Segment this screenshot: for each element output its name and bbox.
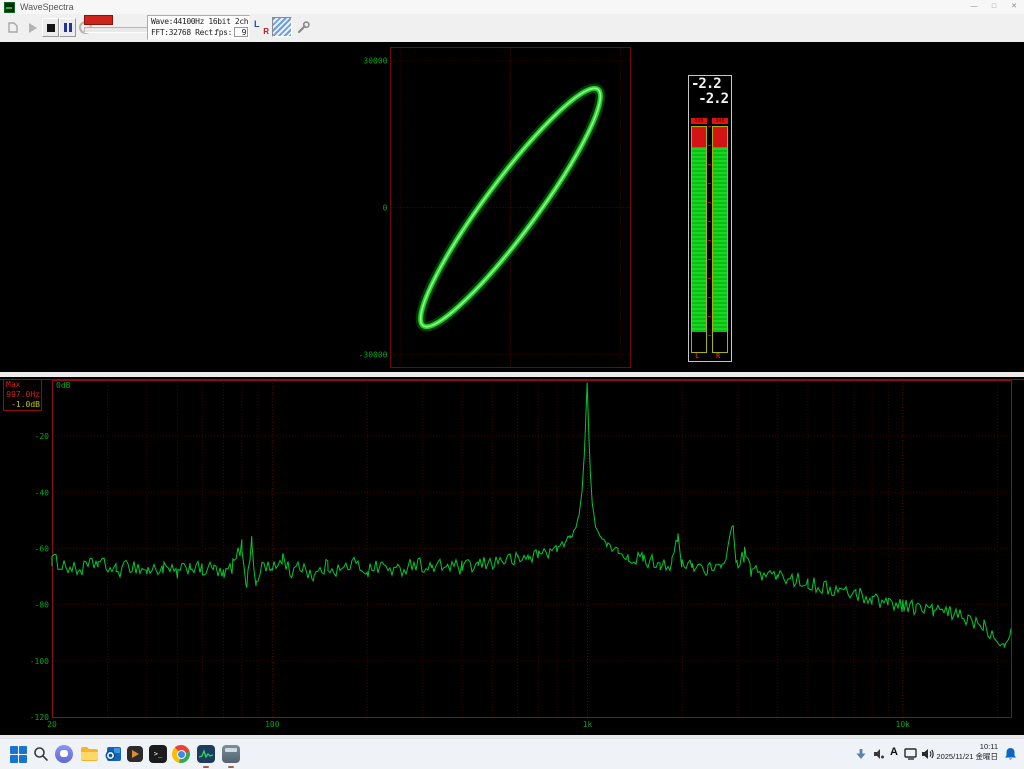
- wrench-icon: [296, 20, 311, 35]
- close-button[interactable]: ✕: [1004, 0, 1024, 13]
- svg-text:-30000: -30000: [359, 351, 388, 360]
- fps-value: 9: [234, 27, 248, 37]
- channel-l-label: L: [254, 19, 260, 29]
- svg-text:10k: 10k: [896, 720, 911, 729]
- tray-overflow-button[interactable]: [852, 743, 870, 765]
- svg-text:0dB: 0dB: [56, 381, 71, 390]
- meter-right-bar-green: [713, 147, 727, 332]
- tray-audio-device-button[interactable]: [870, 743, 888, 765]
- media-player-icon: [127, 746, 143, 762]
- wavespectra-taskbar-button[interactable]: [195, 743, 217, 765]
- meter-left-channel-label: L: [695, 352, 699, 360]
- toolbar: Wave:44100Hz 16bit 2ch FFT:32768 Rect. f…: [0, 14, 1024, 43]
- meter-left-bar-red: [692, 127, 706, 147]
- clock-date: 2025/11/21 金曜日: [934, 752, 998, 762]
- window-controls: — □ ✕: [964, 0, 1024, 14]
- meter-right-header: 0dB: [712, 118, 728, 124]
- meter-left-header: 0dB: [691, 118, 707, 124]
- start-button[interactable]: [7, 743, 29, 765]
- maximize-button[interactable]: □: [984, 0, 1004, 13]
- window-title: WaveSpectra: [20, 2, 74, 12]
- chrome-button[interactable]: [170, 743, 192, 765]
- svg-text:100: 100: [265, 720, 280, 729]
- search-icon: [33, 746, 49, 762]
- pause-icon: [64, 23, 72, 32]
- level-meter: -2.2 -2.2 0dB 0dB L R: [688, 75, 732, 362]
- meter-scale-ticks: [708, 126, 711, 353]
- notification-bell-button[interactable]: [1000, 743, 1020, 765]
- app-window-taskbar-button[interactable]: [220, 743, 242, 765]
- rec-indicator: [84, 15, 113, 25]
- svg-text:-80: -80: [35, 601, 50, 610]
- spectrum-chart: 0dB-20-40-60-80-100-120201001k10k: [0, 377, 1024, 735]
- peak-frequency-value: 997.0Hz: [4, 390, 41, 400]
- app-window-icon: [222, 745, 240, 763]
- meter-right-channel-label: R: [716, 352, 720, 360]
- chat-button[interactable]: [53, 743, 75, 765]
- channel-lr-button[interactable]: L R: [252, 18, 270, 37]
- meter-right-bar: [712, 126, 728, 353]
- titlebar: WaveSpectra — □ ✕: [0, 0, 1024, 15]
- stop-icon: [47, 24, 55, 32]
- svg-text:-100: -100: [30, 657, 49, 666]
- svg-text:1k: 1k: [583, 720, 593, 729]
- meter-left-bar-green: [692, 147, 706, 332]
- svg-text:20: 20: [47, 720, 57, 729]
- display-icon: [904, 748, 918, 760]
- folder-icon: [80, 746, 99, 762]
- media-player-button[interactable]: [124, 743, 146, 765]
- audio-device-icon: [873, 748, 885, 760]
- bell-icon: [1004, 747, 1017, 761]
- spectrum-pane: 0dB-20-40-60-80-100-120201001k10k Max 99…: [0, 377, 1024, 735]
- channel-r-label: R: [263, 27, 269, 36]
- svg-text:-20: -20: [35, 432, 50, 441]
- open-file-icon: [7, 21, 20, 34]
- wavespectra-icon: [197, 745, 215, 763]
- peak-readout-label: Max: [4, 380, 41, 390]
- play-button[interactable]: [25, 18, 41, 37]
- wave-info: Wave:44100Hz 16bit 2ch: [151, 17, 248, 26]
- taskbar: >_ A 10:11 2025/11/21 金: [0, 738, 1024, 769]
- chat-icon: [55, 745, 73, 763]
- lissajous-scope: 30000 0 -30000: [0, 42, 1024, 372]
- ime-indicator[interactable]: A: [890, 746, 898, 758]
- terminal-button[interactable]: >_: [147, 743, 169, 765]
- outlook-button[interactable]: [102, 743, 124, 765]
- down-arrow-icon: [856, 749, 866, 760]
- peak-level-value: -1.0dB: [4, 400, 41, 410]
- svg-text:30000: 30000: [363, 57, 387, 66]
- svg-text:-40: -40: [35, 488, 50, 497]
- svg-text:0: 0: [383, 204, 388, 213]
- peak-readout-box: Max 997.0Hz -1.0dB: [3, 379, 42, 411]
- fps-label: fps:: [214, 28, 232, 37]
- meter-left-bar: [691, 126, 707, 353]
- meter-right-bar-red: [713, 127, 727, 147]
- fft-info: FFT:32768 Rect.: [151, 28, 217, 37]
- taskbar-clock[interactable]: 10:11 2025/11/21 金曜日: [934, 742, 998, 766]
- windows-logo-icon: [10, 746, 27, 763]
- outlook-icon: [104, 745, 122, 763]
- meter-left-value: -2.2: [691, 76, 721, 92]
- stop-button[interactable]: [42, 18, 59, 37]
- svg-text:-60: -60: [35, 545, 50, 554]
- clock-time: 10:11: [934, 742, 998, 752]
- settings-button[interactable]: [294, 18, 312, 37]
- terminal-icon: >_: [149, 745, 167, 763]
- file-explorer-button[interactable]: [78, 743, 100, 765]
- display-mode-button[interactable]: [272, 17, 292, 37]
- format-info-panel: Wave:44100Hz 16bit 2ch FFT:32768 Rect. f…: [147, 15, 250, 40]
- meter-right-value: -2.2: [698, 91, 728, 107]
- xy-scope-pane: 30000 0 -30000 -2.2 -2.2 0dB 0dB L R: [0, 42, 1024, 372]
- minimize-button[interactable]: —: [964, 0, 984, 13]
- chrome-icon: [172, 745, 190, 763]
- speaker-icon: [921, 748, 934, 760]
- app-icon: [4, 2, 15, 13]
- play-icon: [29, 23, 37, 33]
- open-file-button[interactable]: [3, 18, 23, 37]
- pause-button[interactable]: [59, 18, 76, 37]
- search-button[interactable]: [30, 743, 52, 765]
